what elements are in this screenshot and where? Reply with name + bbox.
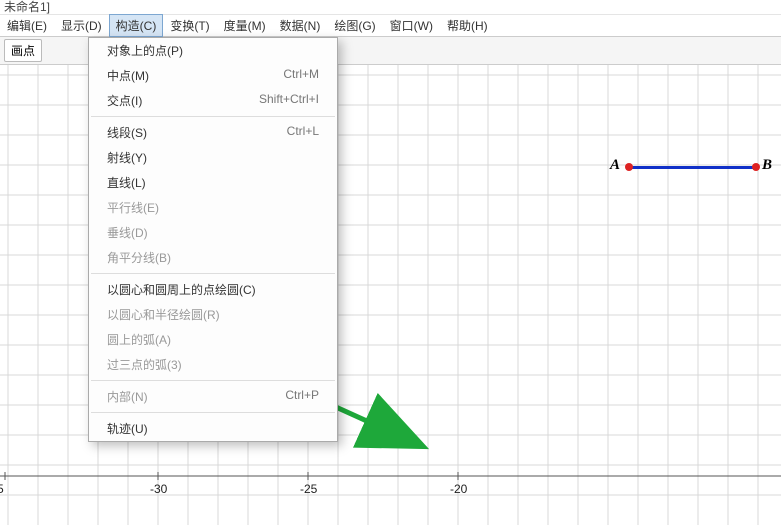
menu-item-3-0: 内部(N)Ctrl+P (89, 384, 337, 409)
menu-item-1-1[interactable]: 射线(Y) (89, 145, 337, 170)
svg-text:5: 5 (0, 482, 4, 496)
menu-8[interactable]: 帮助(H) (440, 14, 495, 37)
menu-4[interactable]: 度量(M) (217, 14, 273, 37)
point-b[interactable] (752, 163, 760, 171)
menu-item-1-4: 垂线(D) (89, 220, 337, 245)
svg-text:-30: -30 (150, 482, 168, 496)
menu-5[interactable]: 数据(N) (273, 14, 328, 37)
menu-item-4-0[interactable]: 轨迹(U) (89, 416, 337, 441)
label-a: A (610, 157, 620, 174)
menu-1[interactable]: 显示(D) (54, 14, 109, 37)
title-bar: 未命名1] (0, 0, 781, 15)
menu-item-2-0[interactable]: 以圆心和圆周上的点绘圆(C) (89, 277, 337, 302)
menu-item-1-0[interactable]: 线段(S)Ctrl+L (89, 120, 337, 145)
label-b: B (762, 157, 772, 174)
menu-item-2-2: 圆上的弧(A) (89, 327, 337, 352)
menu-item-1-3: 平行线(E) (89, 195, 337, 220)
menu-3[interactable]: 变换(T) (163, 14, 216, 37)
draw-point-button[interactable]: 画点 (4, 39, 42, 62)
point-a[interactable] (625, 163, 633, 171)
menu-0[interactable]: 编辑(E) (0, 14, 54, 37)
menu-2[interactable]: 构造(C) (109, 14, 164, 37)
menu-item-0-1[interactable]: 中点(M)Ctrl+M (89, 63, 337, 88)
menu-item-1-2[interactable]: 直线(L) (89, 170, 337, 195)
menu-item-1-5: 角平分线(B) (89, 245, 337, 270)
menu-item-0-0[interactable]: 对象上的点(P) (89, 38, 337, 63)
menu-item-0-2[interactable]: 交点(I)Shift+Ctrl+I (89, 88, 337, 113)
menu-item-2-1: 以圆心和半径绘圆(R) (89, 302, 337, 327)
construct-menu-dropdown: 对象上的点(P)中点(M)Ctrl+M交点(I)Shift+Ctrl+I 线段(S… (88, 37, 338, 442)
segment-ab[interactable] (629, 166, 756, 169)
menu-7[interactable]: 窗口(W) (383, 14, 440, 37)
menu-bar: 编辑(E)显示(D)构造(C)变换(T)度量(M)数据(N)绘图(G)窗口(W)… (0, 15, 781, 37)
menu-6[interactable]: 绘图(G) (327, 14, 382, 37)
menu-item-2-3: 过三点的弧(3) (89, 352, 337, 377)
title-text: 未命名1] (4, 0, 50, 14)
svg-text:-20: -20 (450, 482, 468, 496)
svg-text:-25: -25 (300, 482, 318, 496)
